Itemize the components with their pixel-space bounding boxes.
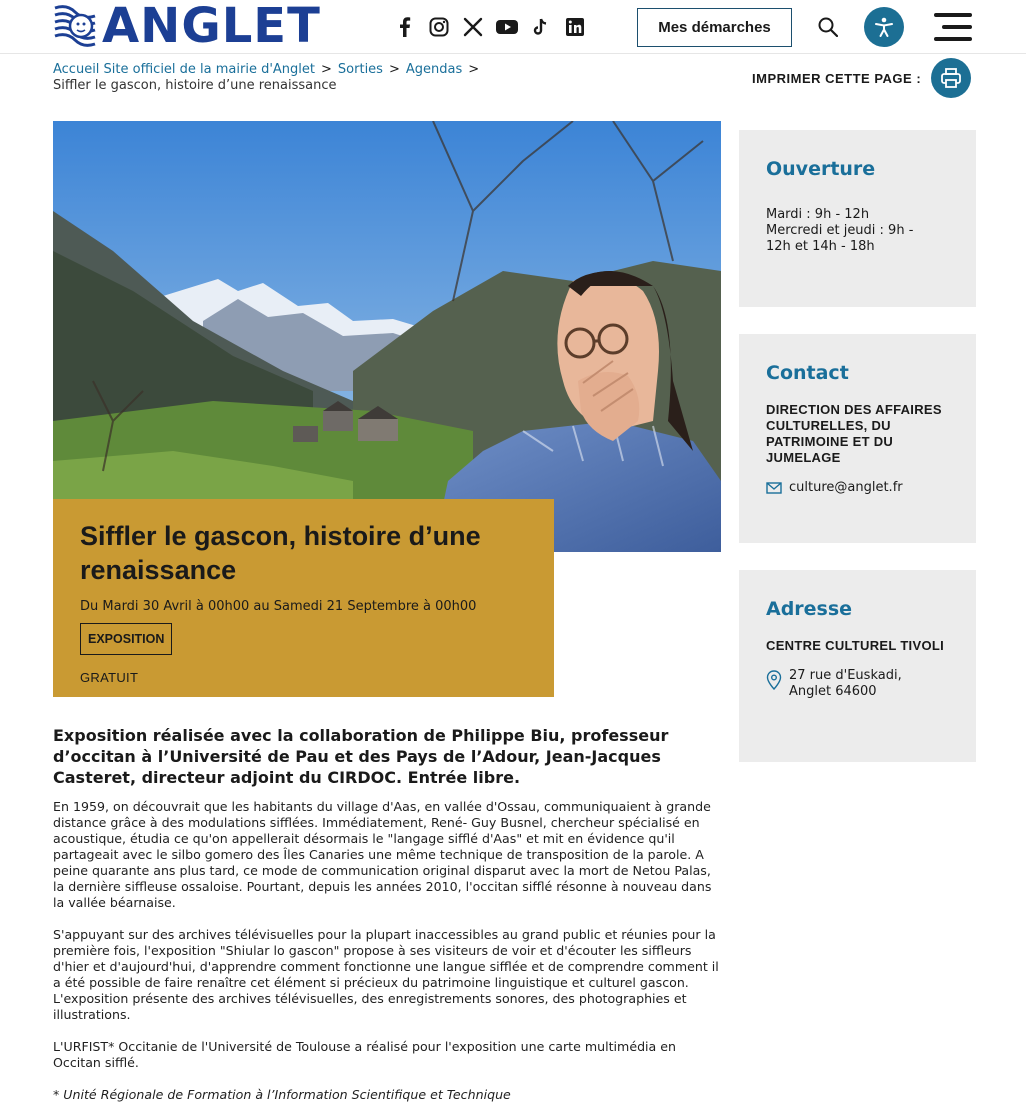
opening-line: 12h et 14h - 18h xyxy=(766,239,875,254)
event-description: Exposition réalisée avec la collaboratio… xyxy=(53,725,721,1103)
youtube-icon[interactable] xyxy=(490,14,524,40)
event-lead: Exposition réalisée avec la collaboratio… xyxy=(53,726,669,787)
contact-email-row: culture@anglet.fr xyxy=(766,480,949,496)
logo-wordmark: ANGLET xyxy=(102,0,321,54)
accessibility-icon[interactable] xyxy=(864,7,904,47)
opening-line: Mercredi et jeudi : 9h - xyxy=(766,223,914,238)
facebook-icon[interactable] xyxy=(388,14,422,40)
social-links xyxy=(388,14,592,40)
site-logo[interactable]: ANGLET xyxy=(53,0,321,54)
address-box: Adresse CENTRE CULTUREL TIVOLI 27 rue d'… xyxy=(739,570,976,762)
address-title: Adresse xyxy=(766,598,853,620)
event-title: Siffler le gascon, histoire d’une renais… xyxy=(80,521,481,585)
event-dates: Du Mardi 30 Avril à 00h00 au Samedi 21 S… xyxy=(80,599,477,614)
event-price: GRATUIT xyxy=(80,670,139,685)
paragraph: En 1959, on découvrait que les habitants… xyxy=(53,799,712,910)
linkedin-icon[interactable] xyxy=(558,14,592,40)
opening-hours-box: Ouverture Mardi : 9h - 12h Mercredi et j… xyxy=(739,130,976,307)
site-header: ANGLET Mes démarches xyxy=(0,0,1026,54)
breadcrumb-home-link[interactable]: Accueil Site officiel de la mairie d'Ang… xyxy=(53,62,315,77)
paragraph: S'appuyant sur des archives télévisuelle… xyxy=(53,927,719,1022)
breadcrumb-sorties-link[interactable]: Sorties xyxy=(338,62,383,77)
opening-hours-title: Ouverture xyxy=(766,158,876,180)
map-pin-icon xyxy=(766,670,782,690)
breadcrumb-agendas-link[interactable]: Agendas xyxy=(406,62,462,77)
breadcrumb-current: Siffler le gascon, histoire d’une renais… xyxy=(53,78,337,93)
x-icon[interactable] xyxy=(456,14,490,40)
event-hero-image xyxy=(53,121,721,552)
contact-email-link[interactable]: culture@anglet.fr xyxy=(789,480,903,496)
address-city: Anglet 64600 xyxy=(789,684,877,699)
address-place: CENTRE CULTUREL TIVOLI xyxy=(766,638,945,653)
contact-box: Contact DIRECTION DES AFFAIRES CULTURELL… xyxy=(739,334,976,543)
anglet-emblem-icon xyxy=(53,4,97,48)
mail-icon xyxy=(766,482,782,494)
instagram-icon[interactable] xyxy=(422,14,456,40)
breadcrumb-separator: > xyxy=(388,62,400,77)
tiktok-icon[interactable] xyxy=(524,14,558,40)
contact-title: Contact xyxy=(766,362,849,384)
search-icon[interactable] xyxy=(815,14,841,40)
address-row: 27 rue d'Euskadi, Anglet 64600 xyxy=(766,668,949,700)
print-row: IMPRIMER CETTE PAGE : xyxy=(752,58,972,98)
contact-organization: DIRECTION DES AFFAIRES CULTURELLES, DU P… xyxy=(766,402,942,465)
paragraph: L'URFIST* Occitanie de l'Université de T… xyxy=(53,1039,677,1070)
breadcrumb: Accueil Site officiel de la mairie d'Ang… xyxy=(53,62,573,94)
printer-icon[interactable] xyxy=(931,58,972,98)
mes-demarches-button[interactable]: Mes démarches xyxy=(637,8,792,47)
breadcrumb-separator: > xyxy=(468,62,480,77)
event-category-tag[interactable]: EXPOSITION xyxy=(80,623,173,655)
print-label: IMPRIMER CETTE PAGE : xyxy=(752,70,922,86)
event-title-card: Siffler le gascon, histoire d’une renais… xyxy=(53,499,554,697)
breadcrumb-separator: > xyxy=(321,62,332,77)
address-street: 27 rue d'Euskadi, xyxy=(789,668,902,683)
menu-hamburger-icon[interactable] xyxy=(934,13,972,41)
opening-line: Mardi : 9h - 12h xyxy=(766,207,870,222)
opening-hours-text: Mardi : 9h - 12h Mercredi et jeudi : 9h … xyxy=(766,207,949,255)
footnote: * Unité Régionale de Formation à l’Infor… xyxy=(53,1087,511,1102)
